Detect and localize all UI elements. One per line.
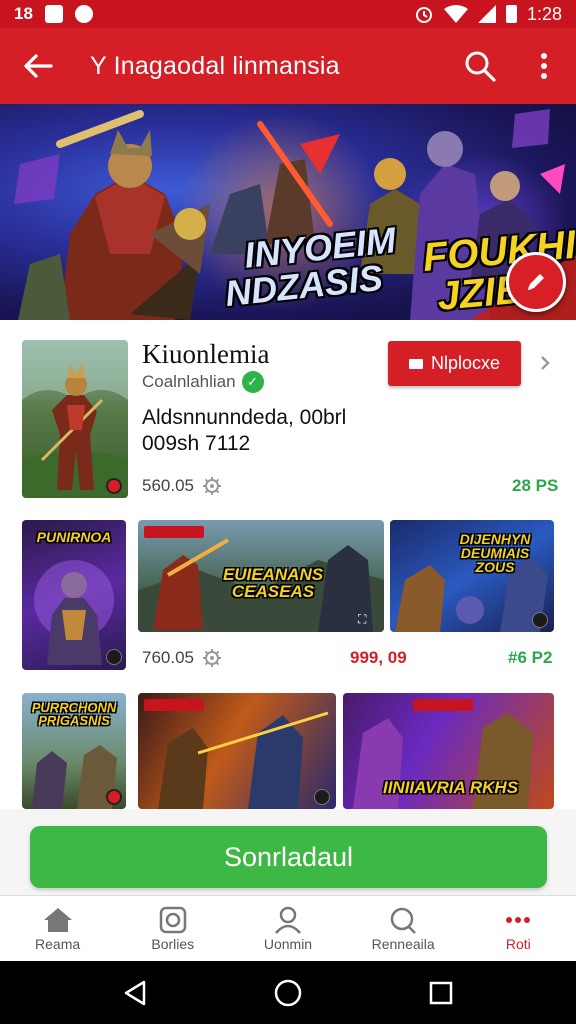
card-title: IINIIAVRIA RKHS bbox=[382, 778, 519, 797]
row1-price: 999, 09 bbox=[350, 648, 407, 667]
expand-icon: ⛶ bbox=[358, 612, 367, 626]
verified-icon: ✓ bbox=[241, 371, 264, 393]
nav-item-more[interactable]: Roti bbox=[461, 896, 576, 961]
back-button[interactable] bbox=[0, 28, 76, 104]
nav-item-home[interactable]: Reama bbox=[0, 896, 115, 961]
card-title: PUNIRNOA bbox=[36, 529, 112, 545]
card-info-icon bbox=[532, 612, 548, 628]
row1-downloads: 760.05 bbox=[142, 648, 222, 668]
card-title: PURRCHONN PRIGASNIS bbox=[31, 700, 117, 728]
back-arrow-icon bbox=[24, 54, 53, 78]
game-card[interactable]: PURRCHONN PRIGASNIS bbox=[22, 693, 126, 809]
featured-app-title: Kiuonlemia bbox=[142, 339, 270, 369]
card-title: EUIEANANS CEASEAS bbox=[222, 565, 324, 601]
card-tag bbox=[144, 526, 204, 538]
card-info-icon bbox=[314, 789, 330, 805]
card-tag bbox=[413, 699, 473, 711]
gear-icon bbox=[203, 477, 221, 495]
signal-icon bbox=[477, 5, 496, 23]
featured-rating: 28 PS bbox=[512, 476, 559, 495]
games-icon bbox=[159, 906, 187, 933]
more-icon bbox=[506, 916, 531, 923]
primary-action-button[interactable]: Sonrladaul bbox=[30, 826, 547, 888]
pencil-icon bbox=[528, 274, 544, 290]
back-triangle-icon[interactable] bbox=[122, 979, 148, 1007]
banner-edit-button[interactable] bbox=[506, 252, 566, 312]
app-title: Y Inagaodal linmansia bbox=[90, 51, 340, 80]
card-info-icon bbox=[106, 649, 122, 665]
install-icon bbox=[408, 358, 423, 369]
card-tag bbox=[144, 699, 204, 711]
more-vert-icon bbox=[541, 53, 547, 79]
status-bar: 18 1:28 bbox=[0, 0, 576, 28]
home-circle-icon[interactable] bbox=[273, 978, 303, 1008]
featured-app-thumbnail[interactable] bbox=[22, 340, 128, 498]
install-button[interactable]: Nlplocxe bbox=[388, 341, 521, 386]
game-card[interactable]: PUNIRNOA bbox=[22, 520, 126, 670]
game-card[interactable] bbox=[138, 693, 336, 809]
nav-item-profile[interactable]: Uonmin bbox=[230, 896, 345, 961]
bottom-navigation: Reama Borlies Uonmin Renneaila Roti bbox=[0, 895, 576, 961]
nav-item-search[interactable]: Renneaila bbox=[346, 896, 461, 961]
card-badge-icon bbox=[106, 789, 122, 805]
profile-icon bbox=[275, 906, 301, 934]
game-card[interactable]: EUIEANANS CEASEAS ⛶ bbox=[138, 520, 384, 632]
card-title: DIJENHYN DEUMIAIS ZOUS bbox=[459, 531, 531, 575]
featured-artwork bbox=[22, 340, 128, 498]
featured-description: Aldsnnunndeda, 00brl 009sh 7112 bbox=[142, 406, 347, 455]
overflow-menu-button[interactable] bbox=[512, 28, 576, 104]
search-button[interactable] bbox=[448, 28, 512, 104]
game-card[interactable]: DIJENHYN DEUMIAIS ZOUS bbox=[390, 520, 554, 632]
home-icon bbox=[43, 907, 72, 932]
chevron-right-icon[interactable] bbox=[534, 352, 556, 374]
app-bar: Y Inagaodal linmansia bbox=[0, 28, 576, 104]
search-icon bbox=[390, 907, 417, 934]
hero-banner[interactable]: INYOEIM NDZASIS FOUKHIN JZIBN bbox=[0, 104, 576, 320]
nav-item-games[interactable]: Borlies bbox=[115, 896, 230, 961]
notification-icon bbox=[44, 5, 63, 23]
sync-icon bbox=[74, 5, 93, 23]
alarm-icon bbox=[415, 7, 432, 23]
featured-downloads: 560.05 bbox=[142, 476, 222, 496]
recents-square-icon[interactable] bbox=[428, 980, 454, 1006]
gear-icon bbox=[203, 649, 221, 667]
row1-rating: #6 P2 bbox=[508, 648, 553, 667]
status-left-text: 18 bbox=[14, 4, 33, 23]
thumbnail-badge-icon bbox=[106, 478, 122, 494]
game-card[interactable]: IINIIAVRIA RKHS bbox=[343, 693, 554, 809]
battery-icon bbox=[505, 5, 517, 23]
system-navigation-bar bbox=[0, 961, 576, 1024]
search-icon bbox=[465, 51, 496, 82]
wifi-icon bbox=[443, 5, 468, 23]
featured-developer[interactable]: Coalnlahlian bbox=[142, 372, 236, 392]
status-time: 1:28 bbox=[526, 3, 562, 24]
